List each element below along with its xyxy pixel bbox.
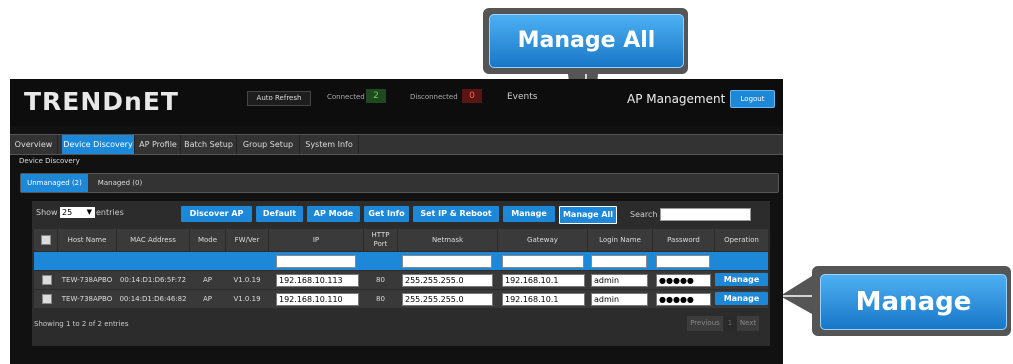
- chevron-down-icon: ▼: [86, 208, 92, 216]
- gateway-field[interactable]: 192.168.10.1: [502, 293, 585, 306]
- mac-address-cell: 00:14:D1:D6:5F:72: [119, 276, 187, 284]
- device-table-panel: Show 25 ▼ entries Discover AP Default AP …: [32, 201, 770, 346]
- http-port-cell: 80: [376, 295, 385, 303]
- search-input[interactable]: [660, 208, 751, 221]
- http-port-cell: 80: [376, 276, 385, 284]
- gateway-filter-input[interactable]: [502, 255, 584, 268]
- table-row[interactable]: TEW-738APBO 00:14:D1:D6:5F:72 AP V1.0.19…: [34, 271, 768, 289]
- auto-refresh-button[interactable]: Auto Refresh: [247, 91, 311, 106]
- login-name-field[interactable]: admin: [591, 274, 648, 287]
- netmask-field[interactable]: 255.255.255.0: [402, 293, 493, 306]
- set-ip-reboot-button[interactable]: Set IP & Reboot: [413, 206, 499, 222]
- host-name-cell: TEW-738APBO: [61, 295, 113, 303]
- mac-address-cell: 00:14:D1:D6:46:82: [119, 295, 187, 303]
- col-mac-address[interactable]: MAC Address: [117, 229, 190, 251]
- trendnet-logo: TRENDnET: [24, 87, 179, 116]
- tab-managed[interactable]: Managed (0): [91, 174, 149, 192]
- page-title: AP Management: [627, 92, 726, 106]
- events-link[interactable]: Events: [507, 92, 537, 102]
- tab-system-info[interactable]: System Info: [300, 135, 359, 154]
- select-all-checkbox[interactable]: [41, 235, 51, 245]
- netmask-field[interactable]: 255.255.255.0: [402, 274, 493, 287]
- ip-filter-input[interactable]: [276, 255, 356, 268]
- fw-ver-cell: V1.0.19: [233, 276, 261, 284]
- manage-button[interactable]: Manage: [503, 206, 555, 222]
- ap-mode-button[interactable]: AP Mode: [307, 206, 360, 222]
- connected-label: Connected: [327, 93, 365, 101]
- row-manage-button[interactable]: Manage: [715, 273, 768, 286]
- col-netmask[interactable]: Netmask: [398, 229, 498, 251]
- col-fw-ver[interactable]: FW/Ver: [226, 229, 269, 251]
- col-host-name[interactable]: Host Name: [58, 229, 117, 251]
- password-filter-input[interactable]: [656, 255, 710, 268]
- netmask-filter-input[interactable]: [402, 255, 492, 268]
- password-field[interactable]: ●●●●●: [656, 274, 711, 287]
- col-operation: Operation: [715, 229, 769, 251]
- disconnected-label: Disconnected: [410, 93, 458, 101]
- fw-ver-cell: V1.0.19: [233, 295, 261, 303]
- mode-cell: AP: [202, 295, 212, 303]
- entries-label: entries: [96, 208, 124, 217]
- host-name-cell: TEW-738APBO: [61, 276, 113, 284]
- tab-unmanaged[interactable]: Unmanaged (2): [21, 174, 88, 192]
- tab-batch-setup[interactable]: Batch Setup: [181, 135, 237, 154]
- password-field[interactable]: ●●●●●: [656, 293, 711, 306]
- page-number-button[interactable]: 1: [724, 316, 736, 331]
- discover-ap-button[interactable]: Discover AP: [181, 206, 252, 222]
- section-title: Device Discovery: [19, 157, 80, 165]
- manage-all-button[interactable]: Manage All: [559, 206, 617, 224]
- col-password[interactable]: Password: [653, 229, 715, 251]
- show-label: Show: [36, 208, 58, 217]
- logout-button[interactable]: Logout: [730, 90, 775, 108]
- header-bar: TRENDnET Auto Refresh Connected 2 Discon…: [10, 79, 783, 126]
- tab-ap-profile[interactable]: AP Profile: [136, 135, 181, 154]
- sub-tabs: Unmanaged (2) Managed (0): [20, 173, 779, 193]
- page-size-value: 25: [62, 208, 73, 217]
- disconnected-count: 0: [462, 89, 482, 103]
- ip-field[interactable]: 192.168.10.113: [276, 274, 359, 287]
- connected-count: 2: [366, 89, 386, 103]
- login-name-field[interactable]: admin: [591, 293, 648, 306]
- manage-callout-button: Manage: [820, 274, 1007, 330]
- gateway-field[interactable]: 192.168.10.1: [502, 274, 585, 287]
- tab-group-setup[interactable]: Group Setup: [237, 135, 300, 154]
- table-row[interactable]: TEW-738APBO 00:14:D1:D6:46:82 AP V1.0.19…: [34, 290, 768, 308]
- ip-field[interactable]: 192.168.10.110: [276, 293, 359, 306]
- tab-device-discovery[interactable]: Device Discovery: [62, 135, 135, 154]
- table-info: Showing 1 to 2 of 2 entries: [34, 320, 129, 328]
- row-checkbox[interactable]: [42, 275, 52, 285]
- col-login-name[interactable]: Login Name: [588, 229, 653, 251]
- login-filter-input[interactable]: [591, 255, 647, 268]
- get-info-button[interactable]: Get Info: [364, 206, 409, 222]
- search-label: Search: [630, 210, 658, 219]
- manage-all-callout-button: Manage All: [489, 14, 684, 68]
- row-manage-button[interactable]: Manage: [715, 292, 768, 305]
- select-all-header[interactable]: [34, 229, 58, 251]
- mode-cell: AP: [202, 276, 212, 284]
- row-checkbox[interactable]: [42, 294, 52, 304]
- col-ip[interactable]: IP: [269, 229, 364, 251]
- previous-page-button[interactable]: Previous: [687, 316, 723, 331]
- col-mode[interactable]: Mode: [190, 229, 226, 251]
- default-button[interactable]: Default: [256, 206, 303, 222]
- next-page-button[interactable]: Next: [737, 316, 759, 331]
- ap-management-window: TRENDnET Auto Refresh Connected 2 Discon…: [10, 79, 783, 364]
- main-tabs: Overview Device Discovery AP Profile Bat…: [10, 134, 783, 155]
- page-size-select[interactable]: 25 ▼: [60, 207, 95, 218]
- tab-overview[interactable]: Overview: [10, 135, 58, 154]
- col-gateway[interactable]: Gateway: [498, 229, 588, 251]
- col-http-port[interactable]: HTTP Port: [364, 229, 398, 251]
